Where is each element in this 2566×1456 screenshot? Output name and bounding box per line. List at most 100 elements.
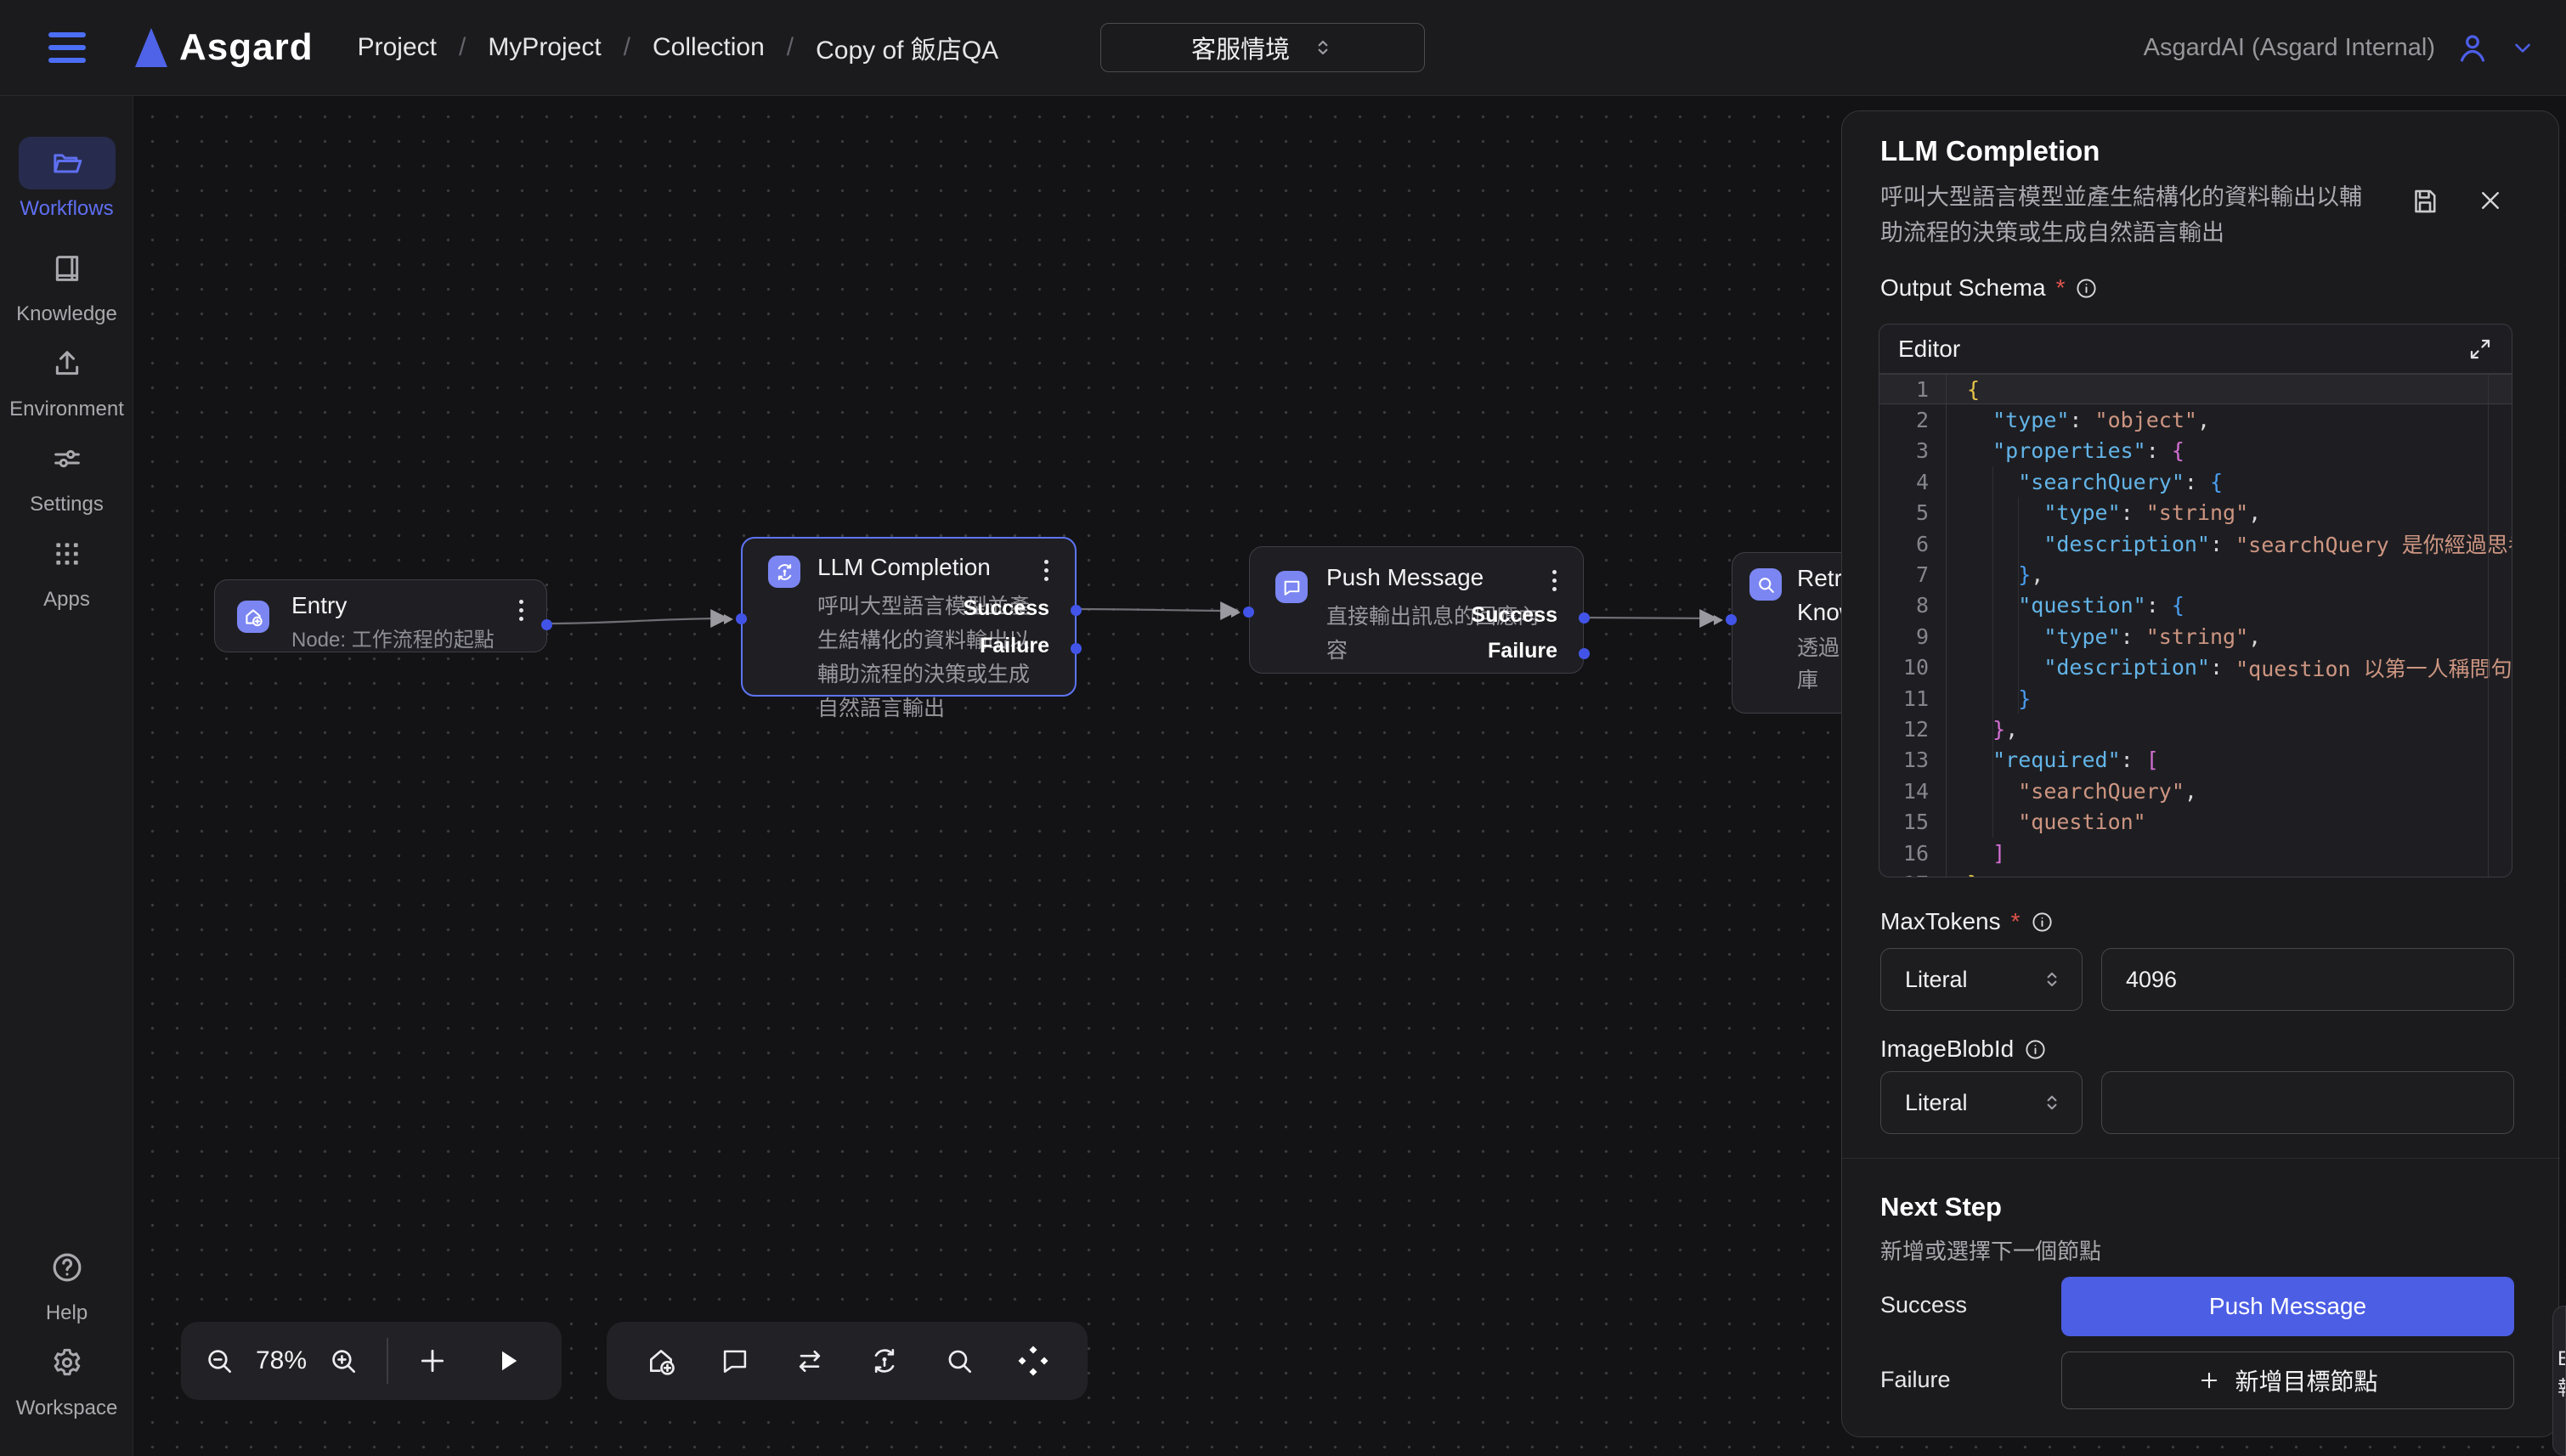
sidebar-item-label: Knowledge [16,302,117,326]
input-port[interactable] [1726,614,1737,625]
chevron-down-icon[interactable] [2510,35,2535,60]
code-line: 16 ] [1879,838,2512,868]
input-port[interactable] [1243,607,1254,618]
account-menu[interactable]: AsgardAI (Asgard Internal) [2144,31,2535,65]
success-port[interactable] [1579,612,1590,624]
line-code: "type": "object", [1946,404,2210,435]
upload-icon [19,337,116,390]
breadcrumb: Project / MyProject / Collection / Copy … [358,29,999,66]
editor-scrollbar-gutter[interactable] [2488,374,2489,878]
zoom-out-icon [203,1345,235,1377]
scenario-select[interactable]: 客服情境 [1100,23,1425,72]
clipped-text-fragment: E [2558,1347,2566,1371]
play-icon [492,1346,523,1376]
save-button[interactable] [2410,186,2440,217]
zoom-out-button[interactable] [203,1345,235,1377]
image-blob-type-value: Literal [1905,1090,1968,1116]
expand-icon [2467,336,2493,362]
toolbar-divider [387,1338,388,1384]
sidebar-item-workspace[interactable]: Workspace [0,1336,133,1420]
node-menu-button[interactable] [516,595,526,625]
node-menu-button[interactable] [1041,556,1051,585]
code-line: 5 "type": "string", [1879,498,2512,528]
image-blob-type-select[interactable]: Literal [1880,1071,2083,1134]
info-icon[interactable] [2075,277,2098,300]
code-line: 11 } [1879,683,2512,714]
line-number: 8 [1879,593,1946,618]
plus-icon [2197,1369,2221,1392]
success-port[interactable] [1071,605,1082,616]
info-icon[interactable] [2031,911,2054,934]
failure-port[interactable] [1071,643,1082,654]
output-port[interactable] [541,619,552,630]
required-marker: * [2011,908,2021,935]
input-port[interactable] [736,613,747,624]
image-blob-input[interactable] [2102,1072,2513,1133]
line-number: 7 [1879,562,1946,587]
close-panel-button[interactable] [2478,188,2503,213]
max-tokens-input[interactable] [2102,949,2513,1010]
breadcrumb-project[interactable]: Project [358,33,437,62]
failure-port[interactable] [1579,648,1590,659]
chat-bubble-icon [1281,577,1303,598]
sidebar-item-label: Settings [30,493,104,516]
push-message-tool-button[interactable] [719,1345,751,1377]
zoom-in-button[interactable] [327,1345,359,1377]
zoom-level: 78% [256,1346,307,1375]
editor-header: Editor [1879,324,2512,374]
line-number: 6 [1879,532,1946,556]
code-line: 15 "question" [1879,806,2512,837]
success-row-label: Success [1880,1292,1967,1318]
retrieve-node-icon [1749,568,1782,601]
switch-tool-button[interactable] [793,1344,827,1378]
sidebar-item-settings[interactable]: Settings [0,432,133,516]
line-number: 2 [1879,408,1946,432]
node-title: LLM Completion [817,554,991,581]
max-tokens-type-select[interactable]: Literal [1880,948,2083,1011]
run-button[interactable] [492,1346,523,1376]
output-schema-label: Output Schema [1880,274,2046,302]
add-failure-target-button[interactable]: 新增目標節點 [2061,1352,2514,1409]
panel-description: 呼叫大型語言模型並產生結構化的資料輸出以輔助流程的決策或生成自然語言輸出 [1880,179,2383,251]
hamburger-menu-button[interactable] [48,32,86,63]
zoom-in-icon [327,1345,359,1377]
line-code: } [1946,868,1980,878]
home-plus-icon [242,606,264,628]
node-llm-completion[interactable]: LLM Completion 呼叫大型語言模型並產生結構化的資料輸出以輔助流程的… [741,537,1077,697]
sidebar-item-apps[interactable]: Apps [0,528,133,612]
indent-guide [1992,466,1993,838]
workflow-tool-button[interactable] [1016,1344,1050,1378]
success-target-button[interactable]: Push Message [2061,1277,2514,1336]
sidebar-item-workflows[interactable]: Workflows [0,137,133,221]
line-code: "properties": { [1946,436,2184,466]
node-desc-line1: 透過 [1797,631,1840,665]
retrieve-tool-button[interactable] [943,1345,975,1377]
output-label-success: Success [964,596,1049,621]
breadcrumb-myproject[interactable]: MyProject [488,33,601,62]
entry-tool-button[interactable] [644,1344,678,1378]
sidebar-item-knowledge[interactable]: Knowledge [0,242,133,326]
image-blob-label-row: ImageBlobId [1880,1036,2047,1063]
info-icon[interactable] [2024,1038,2047,1061]
logo-text: Asgard [179,26,314,69]
breadcrumb-collection[interactable]: Collection [653,33,765,62]
expand-editor-button[interactable] [2467,336,2493,362]
sidebar-item-help[interactable]: Help [0,1241,133,1325]
code-line: 17 } [1879,868,2512,878]
edge-clipped-card: E 執 [2552,1306,2566,1456]
line-code: ] [1946,838,2005,868]
node-push-message[interactable]: Push Message 直接輸出訊息的回應內容 Success Failure [1249,546,1584,674]
book-icon [19,242,116,295]
sidebar-item-environment[interactable]: Environment [0,337,133,421]
add-node-button[interactable] [415,1344,449,1378]
node-menu-button[interactable] [1549,566,1559,595]
user-icon [2456,31,2490,65]
next-step-title: Next Step [1880,1192,2002,1222]
code-line: 1 { [1879,374,2512,404]
node-entry[interactable]: Entry Node: 工作流程的起點 [214,579,547,652]
refresh-bulb-icon [773,561,796,584]
breadcrumb-current[interactable]: Copy of 飯店QA [816,29,998,66]
code-lines[interactable]: 1 { 2 "type": "object", 3 "properties": … [1879,374,2512,878]
node-config-panel: LLM Completion 呼叫大型語言模型並產生結構化的資料輸出以輔助流程的… [1841,110,2559,1437]
llm-tool-button[interactable] [868,1344,901,1378]
